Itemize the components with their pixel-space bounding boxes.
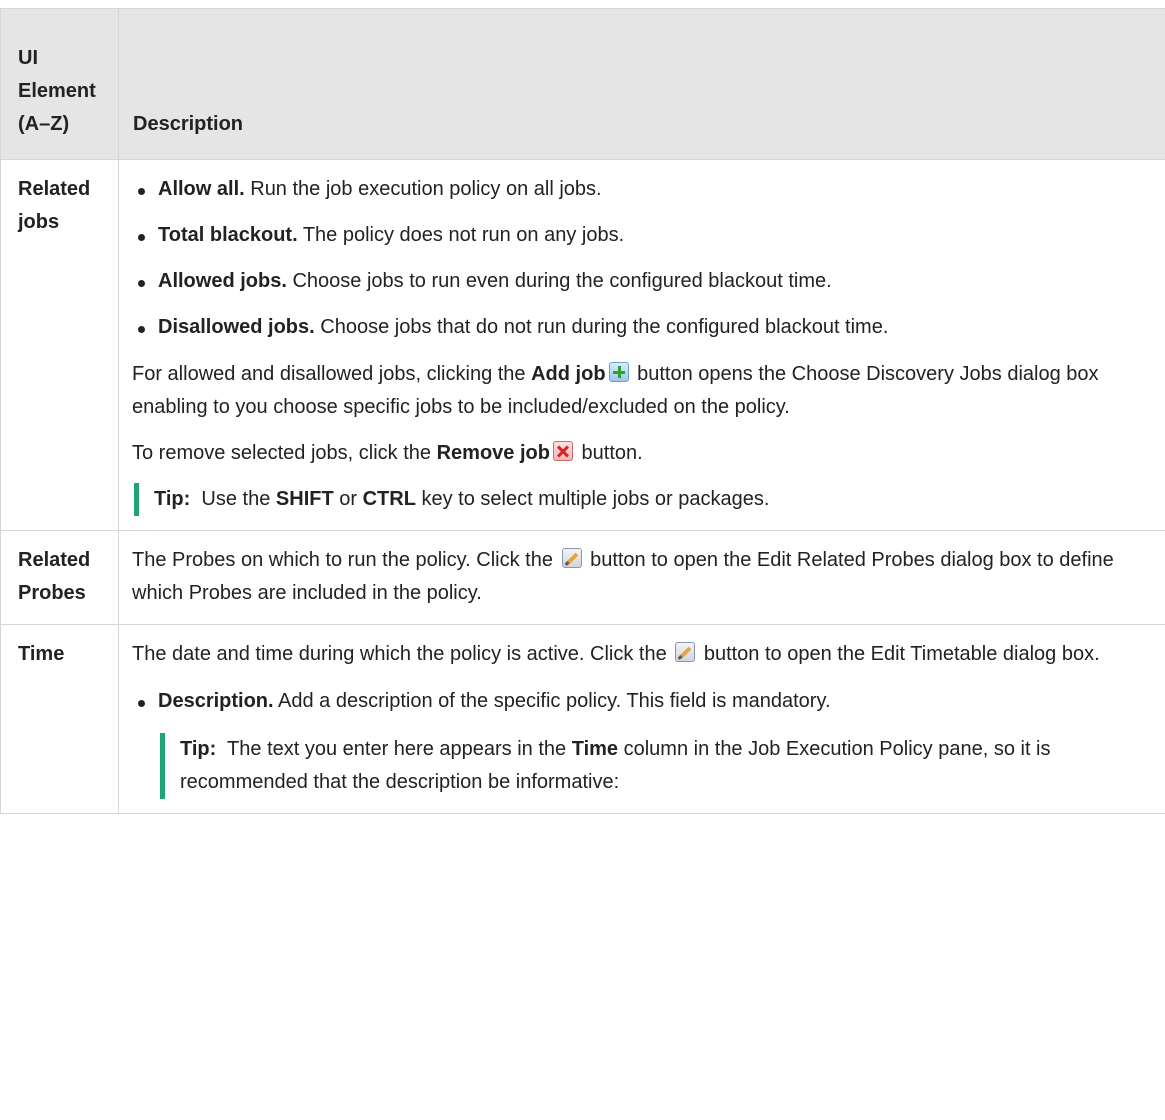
bullet-icon	[138, 326, 145, 333]
bullet-icon	[138, 188, 145, 195]
table-row: Related Probes The Probes on which to ru…	[0, 530, 1165, 625]
tip-note: Tip: Use the SHIFT or CTRL key to select…	[134, 483, 1164, 516]
edit-icon	[675, 642, 696, 662]
job-option-list: Allow all. Run the job execution policy …	[132, 173, 1164, 344]
column-header-description: Description	[118, 8, 1165, 160]
table-row: Related jobs Allow all. Run the job exec…	[0, 159, 1165, 531]
ui-element-description: The Probes on which to run the policy. C…	[118, 530, 1165, 625]
remove-job-paragraph: To remove selected jobs, click the Remov…	[132, 441, 643, 464]
bullet-icon	[138, 280, 145, 287]
edit-icon	[561, 548, 582, 568]
time-paragraph: The date and time during which the polic…	[132, 642, 1100, 665]
tip-note: Tip: The text you enter here appears in …	[160, 733, 1164, 799]
list-item: Allowed jobs. Choose jobs to run even du…	[132, 265, 1164, 298]
time-option-list: Description. Add a description of the sp…	[132, 685, 1164, 718]
list-item: Disallowed jobs. Choose jobs that do not…	[132, 311, 1164, 344]
table-row: Time The date and time during which the …	[0, 624, 1165, 814]
ui-element-name: Time	[0, 624, 119, 814]
add-job-paragraph: For allowed and disallowed jobs, clickin…	[132, 362, 1099, 418]
ui-element-description: Allow all. Run the job execution policy …	[118, 159, 1165, 531]
table-header-row: UI Element (A–Z) Description	[0, 8, 1165, 160]
bullet-icon	[138, 234, 145, 241]
bullet-icon	[138, 700, 145, 707]
ui-element-name: Related jobs	[0, 159, 119, 531]
ui-elements-table: UI Element (A–Z) Description Related job…	[0, 8, 1165, 814]
ui-element-name: Related Probes	[0, 530, 119, 625]
list-item: Total blackout. The policy does not run …	[132, 219, 1164, 252]
add-icon	[608, 362, 629, 382]
list-item: Description. Add a description of the sp…	[132, 685, 1164, 718]
ui-element-description: The date and time during which the polic…	[118, 624, 1165, 814]
column-header-ui-element: UI Element (A–Z)	[0, 8, 119, 160]
probes-paragraph: The Probes on which to run the policy. C…	[132, 548, 1114, 604]
list-item: Allow all. Run the job execution policy …	[132, 173, 1164, 206]
remove-icon	[552, 441, 573, 461]
